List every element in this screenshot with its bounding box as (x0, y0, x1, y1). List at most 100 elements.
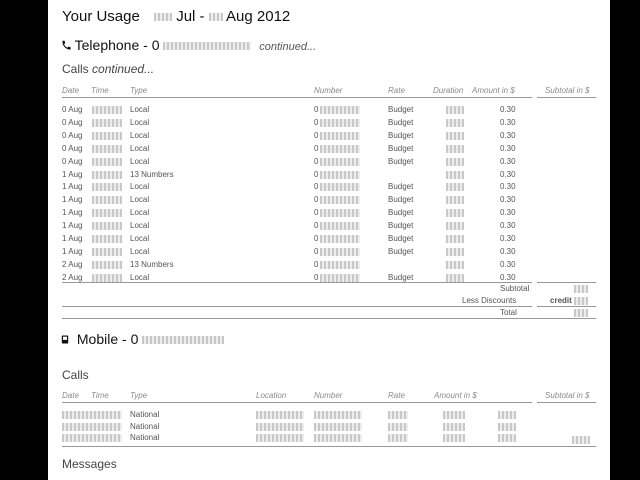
redacted-number (320, 196, 360, 205)
header-rate: Rate (388, 86, 405, 95)
row-number: 0 (314, 208, 319, 218)
row-rate: Budget (388, 208, 414, 218)
telephone-label: Telephone - 0 (74, 37, 160, 53)
row-type: Local (130, 221, 150, 231)
row-amount: 0.30 (500, 117, 516, 127)
row-type: Local (130, 130, 150, 140)
redacted-number (320, 235, 360, 243)
row-type: Local (130, 105, 150, 114)
row-type: Local (130, 182, 150, 192)
row-type: Local (130, 234, 150, 243)
row-type: Local (130, 272, 150, 282)
header-time: Time (91, 86, 109, 95)
redacted-location (256, 422, 304, 431)
redacted-location (256, 411, 304, 419)
redacted-amount (498, 422, 516, 431)
row-amount: 0.30 (500, 156, 516, 166)
telephone-icon (62, 40, 71, 50)
row-date: 2 Aug (62, 272, 83, 282)
row-rate: Budget (388, 221, 414, 231)
mobile-calls-divider (62, 446, 596, 447)
total-divider (537, 306, 596, 307)
row-date: 0 Aug (62, 143, 83, 153)
header-location: Location (256, 391, 287, 400)
usage-period-start: Jul - (176, 8, 205, 25)
redacted-duration (446, 170, 464, 179)
redacted-rate (388, 411, 408, 419)
redacted-datetime (62, 434, 122, 442)
redacted-time (92, 183, 122, 192)
header-duration: Duration (433, 86, 464, 95)
redacted-duration (446, 196, 464, 205)
redacted-duration (446, 157, 464, 166)
summary-credit: credit (550, 296, 572, 305)
header-divider (537, 402, 596, 403)
row-amount: 0.30 (500, 246, 516, 256)
messages-title: Messages (62, 457, 117, 471)
telephone-heading: Telephone - 0 continued... (61, 37, 316, 53)
redacted-time (92, 170, 122, 179)
row-number: 0 (314, 105, 319, 114)
row-number: 0 (314, 182, 319, 192)
row-rate: Budget (388, 143, 414, 153)
redacted-time (92, 209, 122, 218)
row-amount: 0.30 (500, 195, 516, 205)
redacted-time (92, 235, 122, 243)
summary-subtotal-label: Subtotal (500, 284, 530, 293)
header-subtotal: Subtotal in $ (545, 86, 590, 95)
row-type: 13 Numbers (130, 259, 174, 269)
row-rate: Budget (388, 234, 414, 243)
row-rate: Budget (388, 195, 414, 205)
summary-total-label: Total (500, 308, 517, 317)
row-date: 1 Aug (62, 221, 83, 231)
redacted-number (314, 422, 362, 431)
row-type: National (130, 410, 160, 419)
redacted-number (320, 170, 360, 179)
row-type: Local (130, 208, 150, 218)
redacted-number (320, 209, 360, 218)
row-number: 0 (314, 169, 319, 179)
header-date: Date (62, 86, 79, 95)
redacted-time (92, 222, 122, 231)
redacted-amount (498, 411, 516, 419)
row-type: Local (130, 195, 150, 205)
redacted-duration (446, 144, 464, 153)
redacted-date (154, 13, 173, 22)
row-amount: 0.30 (500, 182, 516, 192)
redacted-rate (388, 434, 408, 442)
redacted-duration (446, 273, 464, 282)
redacted-time (92, 196, 122, 205)
header-subtotal: Subtotal in $ (545, 391, 590, 400)
row-amount: 0.30 (500, 208, 516, 218)
telephone-continued: continued... (259, 41, 317, 53)
redacted-number (320, 157, 360, 166)
row-date: 1 Aug (62, 195, 83, 205)
redacted-datetime (62, 422, 122, 431)
header-divider (62, 402, 532, 403)
header-number: Number (314, 391, 343, 400)
row-date: 2 Aug (62, 259, 83, 269)
redacted-duration (443, 422, 465, 431)
total-divider (62, 306, 532, 307)
redacted-amount (574, 297, 588, 305)
row-rate: Budget (388, 272, 414, 282)
bill-page: Your Usage Jul - Aug 2012 Telephone - 0 … (48, 0, 610, 480)
header-number: Number (314, 86, 343, 95)
redacted-duration (446, 235, 464, 243)
row-amount: 0.30 (500, 105, 516, 114)
row-rate: Budget (388, 130, 414, 140)
redacted-duration (446, 183, 464, 192)
redacted-number (320, 183, 360, 192)
row-number: 0 (314, 259, 319, 269)
redacted-number (320, 118, 360, 127)
redacted-duration (446, 106, 464, 114)
section-divider (62, 318, 596, 319)
redacted-time (92, 131, 122, 140)
redacted-datetime (62, 411, 122, 419)
row-rate: Budget (388, 182, 414, 192)
row-date: 1 Aug (62, 246, 83, 256)
redacted-number (320, 247, 360, 256)
redacted-duration (446, 118, 464, 127)
redacted-time (92, 144, 122, 153)
row-amount: 0.30 (500, 130, 516, 140)
